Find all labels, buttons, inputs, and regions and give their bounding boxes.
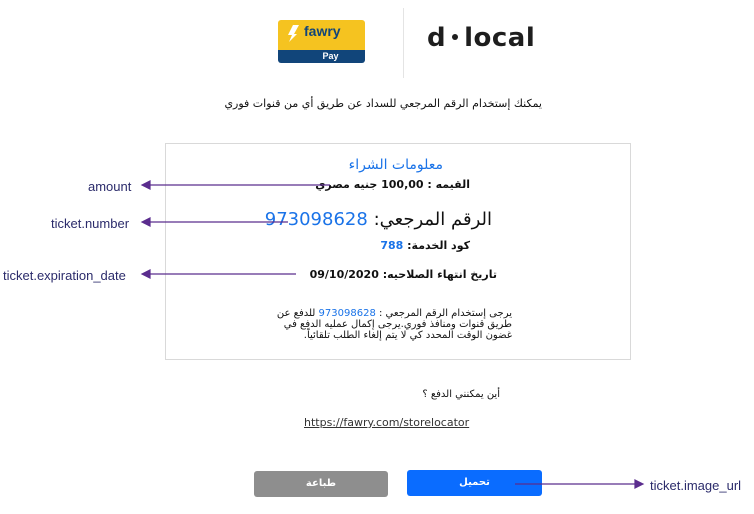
reference-row: الرقم المرجعي: 973098628 — [250, 209, 492, 230]
payment-instructions: يرجى إستخدام الرقم المرجعي : 973098628 ل… — [272, 308, 512, 341]
service-code-label: كود الخدمة: — [407, 239, 470, 252]
dlocal-logo: d local — [427, 23, 536, 53]
reference-label: الرقم المرجعي: — [373, 209, 492, 230]
arrow-image-url-head — [634, 479, 645, 489]
instructions-prefix: يرجى إستخدام الرقم المرجعي : — [379, 308, 512, 319]
fawry-logo-pay: Pay — [278, 50, 365, 63]
print-button[interactable]: طباعة — [254, 471, 388, 497]
fawry-logo-text: fawry — [304, 23, 341, 39]
service-code-row: كود الخدمة: 788 — [300, 239, 470, 252]
expiration-value: 09/10/2020 — [309, 268, 379, 281]
instructions-reference: 973098628 — [318, 308, 376, 319]
amount-row: القيمه : 100,00 جنيه مصري — [300, 178, 470, 191]
arrow-amount-head — [140, 180, 151, 190]
where-to-pay-text: أين يمكنني الدفع ؟ — [422, 389, 500, 400]
amount-label: القيمه : — [427, 178, 470, 191]
annotation-image-url: ticket.image_url — [650, 478, 742, 493]
intro-text: يمكنك إستخدام الرقم المرجعي للسداد عن طر… — [224, 97, 542, 110]
reference-number: 973098628 — [264, 209, 368, 230]
expiration-label: تاريخ انتهاء الصلاحيه: — [382, 268, 497, 281]
purchase-info-title: معلومات الشراء — [348, 157, 443, 173]
service-code-value: 788 — [380, 239, 404, 252]
store-locator-link[interactable]: https://fawry.com/storelocator — [304, 416, 494, 429]
fawry-pay-logo: fawry Pay — [278, 20, 365, 63]
fawry-logo-icon — [288, 25, 299, 42]
annotation-amount: amount — [88, 179, 132, 194]
logo-divider — [403, 8, 404, 78]
arrow-ticket-number-head — [140, 217, 151, 227]
expiration-row: تاريخ انتهاء الصلاحيه: 09/10/2020 — [240, 268, 497, 281]
arrow-expiration-head — [140, 269, 151, 279]
annotation-ticket-number: ticket.number — [51, 216, 130, 231]
annotation-expiration-date: ticket.expiration_date — [3, 268, 126, 283]
amount-value: 100,00 جنيه مصري — [315, 178, 424, 191]
download-button[interactable]: تحميل — [407, 470, 542, 496]
